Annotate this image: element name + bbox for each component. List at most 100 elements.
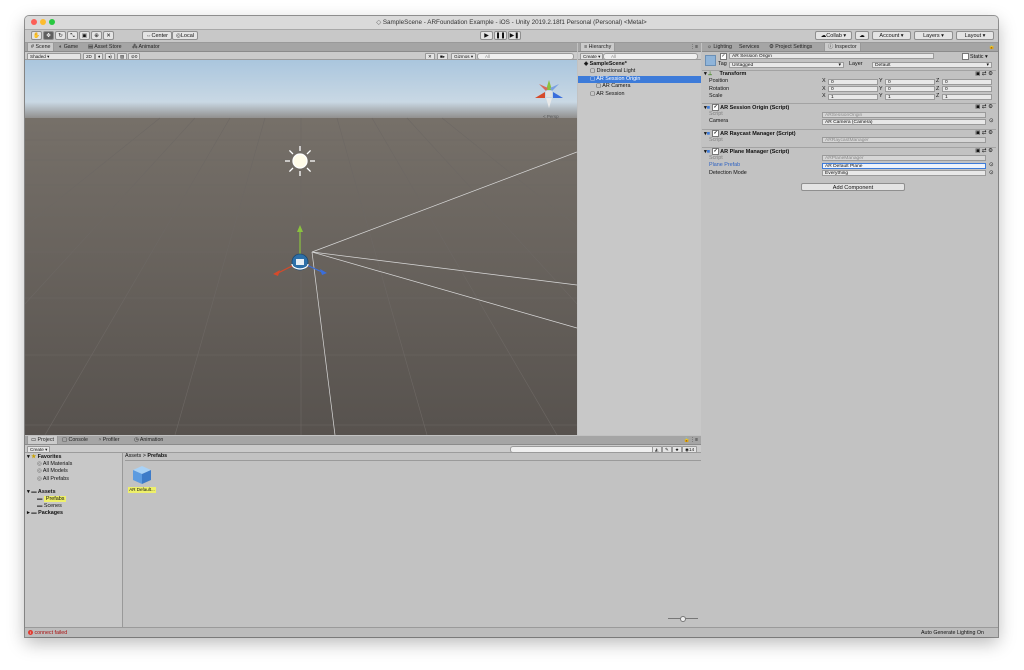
- rect-tool-button[interactable]: ▣: [79, 31, 90, 40]
- project-tree-item[interactable]: ▬ Scenes: [25, 503, 62, 510]
- tab-services[interactable]: Services: [736, 43, 762, 51]
- component-header[interactable]: ▾■ ✓ AR Plane Manager (Script) ▣ ⇄ ⚙: [702, 146, 996, 155]
- inspector-lock-icon[interactable]: 🔒: [989, 43, 995, 51]
- component-header[interactable]: ▾■ ✓ AR Session Origin (Script) ▣ ⇄ ⚙: [702, 103, 996, 111]
- project-tree-item[interactable]: ▸ ▬ Packages: [25, 510, 63, 517]
- pause-button[interactable]: ❚❚: [494, 31, 507, 40]
- component-field-value[interactable]: AR Default Plane: [822, 162, 986, 169]
- layers-dropdown[interactable]: Layers ▾: [914, 31, 953, 40]
- tab-animator[interactable]: ⁂ Animator: [129, 43, 163, 51]
- close-window-button[interactable]: [31, 19, 37, 25]
- tab-hierarchy[interactable]: ≡ Hierarchy: [580, 43, 616, 51]
- object-picker-icon[interactable]: ⊙: [989, 118, 994, 125]
- tab-project[interactable]: ▭ Project: [27, 436, 58, 444]
- tab-scene[interactable]: # Scene: [27, 43, 55, 51]
- icon-size-slider[interactable]: [668, 616, 698, 622]
- collab-dropdown[interactable]: ☁Collab ▾: [815, 31, 852, 40]
- transform-y-field[interactable]: 0: [885, 86, 935, 92]
- hidden-packages-button[interactable]: ◉14: [682, 446, 698, 453]
- hierarchy-item[interactable]: ▢ AR Camera: [578, 83, 701, 90]
- tab-asset-store[interactable]: ▤ Asset Store: [85, 43, 125, 51]
- project-tree-item[interactable]: ▾ ▬ Assets: [25, 489, 56, 496]
- project-search-input[interactable]: [510, 446, 654, 453]
- pivot-center-button[interactable]: ⇔Center: [142, 31, 172, 40]
- hierarchy-item[interactable]: ◈ SampleScene*: [578, 61, 701, 68]
- scale-tool-button[interactable]: ⤡: [67, 31, 78, 40]
- play-button[interactable]: ▶: [480, 31, 493, 40]
- object-picker-icon[interactable]: ⊙: [989, 170, 994, 177]
- transform-z-field[interactable]: 0: [942, 78, 992, 85]
- camera-settings-button[interactable]: ■▸: [437, 53, 449, 60]
- active-toggle[interactable]: ✓: [720, 53, 728, 60]
- project-tree-item[interactable]: ◎ All Materials: [25, 461, 72, 468]
- hand-tool-button[interactable]: ✋: [31, 31, 42, 40]
- search-by-type-button[interactable]: ◭: [652, 446, 662, 453]
- project-tree-item[interactable]: ▬ Prefabs: [25, 496, 67, 503]
- tab-console[interactable]: ▢ Console: [59, 436, 91, 444]
- component-field-value[interactable]: AR Camera (Camera): [822, 118, 986, 125]
- scene-tools-button[interactable]: ✕: [425, 53, 435, 60]
- object-name-field[interactable]: AR Session Origin: [729, 53, 934, 59]
- transform-x-field[interactable]: 1: [828, 93, 878, 100]
- transform-z-field[interactable]: 1: [942, 93, 992, 100]
- transform-tool-button[interactable]: ⊕: [91, 31, 102, 40]
- search-by-label-button[interactable]: ✎: [662, 446, 672, 453]
- pivot-local-button[interactable]: ◎Local: [172, 31, 198, 40]
- scene-viewport[interactable]: < Persp: [25, 60, 577, 435]
- step-button[interactable]: ▶❚: [508, 31, 521, 40]
- panel-lock-icon[interactable]: 🔒⋮≡: [684, 436, 698, 444]
- hierarchy-item[interactable]: ▢ AR Session Origin: [578, 75, 701, 83]
- tab-game[interactable]: ◐ Game: [56, 43, 81, 51]
- component-enabled-checkbox[interactable]: ✓: [712, 147, 720, 155]
- object-picker-icon[interactable]: ⊙: [989, 162, 994, 169]
- hidden-objects-toggle[interactable]: ⊘0: [128, 53, 141, 60]
- hierarchy-create-dropdown[interactable]: Create ▾: [580, 53, 604, 60]
- cloud-button[interactable]: ☁: [855, 31, 869, 40]
- panel-menu-icon[interactable]: ⋮≡: [690, 43, 698, 51]
- transform-header[interactable]: ▾ ⟂ Transform ▣ ⇄ ⚙: [702, 70, 996, 78]
- component-header[interactable]: ▾■ ✓ AR Raycast Manager (Script) ▣ ⇄ ⚙: [702, 128, 996, 137]
- zoom-window-button[interactable]: [49, 19, 55, 25]
- tag-dropdown[interactable]: Untagged ▾: [729, 62, 844, 68]
- project-tree-item[interactable]: ◎ All Prefabs: [25, 476, 69, 483]
- project-tree-item[interactable]: ▾ ★ Favorites: [25, 454, 62, 461]
- asset-ar-default-plane[interactable]: AR Default...: [128, 465, 156, 495]
- status-message[interactable]: connect failed: [34, 630, 67, 636]
- effects-toggle[interactable]: ▨: [117, 53, 128, 60]
- hierarchy-item[interactable]: ▢ AR Session: [578, 91, 701, 98]
- account-dropdown[interactable]: Account ▾: [872, 31, 911, 40]
- component-enabled-checkbox[interactable]: ✓: [712, 104, 720, 111]
- scene-search-input[interactable]: All: [477, 53, 574, 60]
- lighting-toggle[interactable]: ♦: [95, 53, 104, 60]
- minimize-window-button[interactable]: [40, 19, 46, 25]
- component-menu-icon[interactable]: ▣ ⇄ ⚙: [975, 71, 993, 78]
- static-toggle[interactable]: Static ▾: [962, 53, 988, 60]
- breadcrumb-current[interactable]: Prefabs: [147, 453, 167, 459]
- transform-y-field[interactable]: 0: [885, 78, 935, 85]
- tab-profiler[interactable]: ◔ Profiler: [95, 436, 122, 444]
- component-menu-icon[interactable]: ▣ ⇄ ⚙: [975, 130, 993, 137]
- transform-y-field[interactable]: 1: [885, 93, 935, 100]
- tab-inspector[interactable]: ⓘ Inspector: [824, 43, 861, 51]
- tab-animation[interactable]: ◷ Animation: [131, 436, 166, 444]
- rotate-tool-button[interactable]: ↻: [55, 31, 66, 40]
- tab-project-settings[interactable]: ⚙ Project Settings: [766, 43, 815, 51]
- shading-dropdown[interactable]: Shaded ▾: [27, 53, 81, 60]
- favorites-button[interactable]: ★: [672, 446, 683, 453]
- component-enabled-checkbox[interactable]: ✓: [712, 129, 720, 137]
- gizmos-dropdown[interactable]: Gizmos ▾: [451, 53, 477, 60]
- layout-dropdown[interactable]: Layout ▾: [956, 31, 994, 40]
- hierarchy-item[interactable]: ▢ Directional Light: [578, 68, 701, 75]
- transform-x-field[interactable]: 0: [828, 86, 878, 92]
- audio-toggle[interactable]: ◂): [105, 53, 115, 60]
- component-field-value[interactable]: Everything: [822, 170, 986, 176]
- layer-dropdown[interactable]: Default ▾: [872, 62, 992, 68]
- toggle-2d-button[interactable]: 2D: [83, 53, 95, 60]
- custom-tool-button[interactable]: ✕: [103, 31, 114, 40]
- component-menu-icon[interactable]: ▣ ⇄ ⚙: [975, 104, 993, 111]
- project-tree-item[interactable]: ◎ All Models: [25, 468, 68, 475]
- slider-handle[interactable]: [680, 616, 686, 622]
- breadcrumb-root[interactable]: Assets: [125, 453, 141, 459]
- tab-lighting[interactable]: ☼ Lighting: [704, 43, 735, 51]
- transform-z-field[interactable]: 0: [942, 86, 992, 92]
